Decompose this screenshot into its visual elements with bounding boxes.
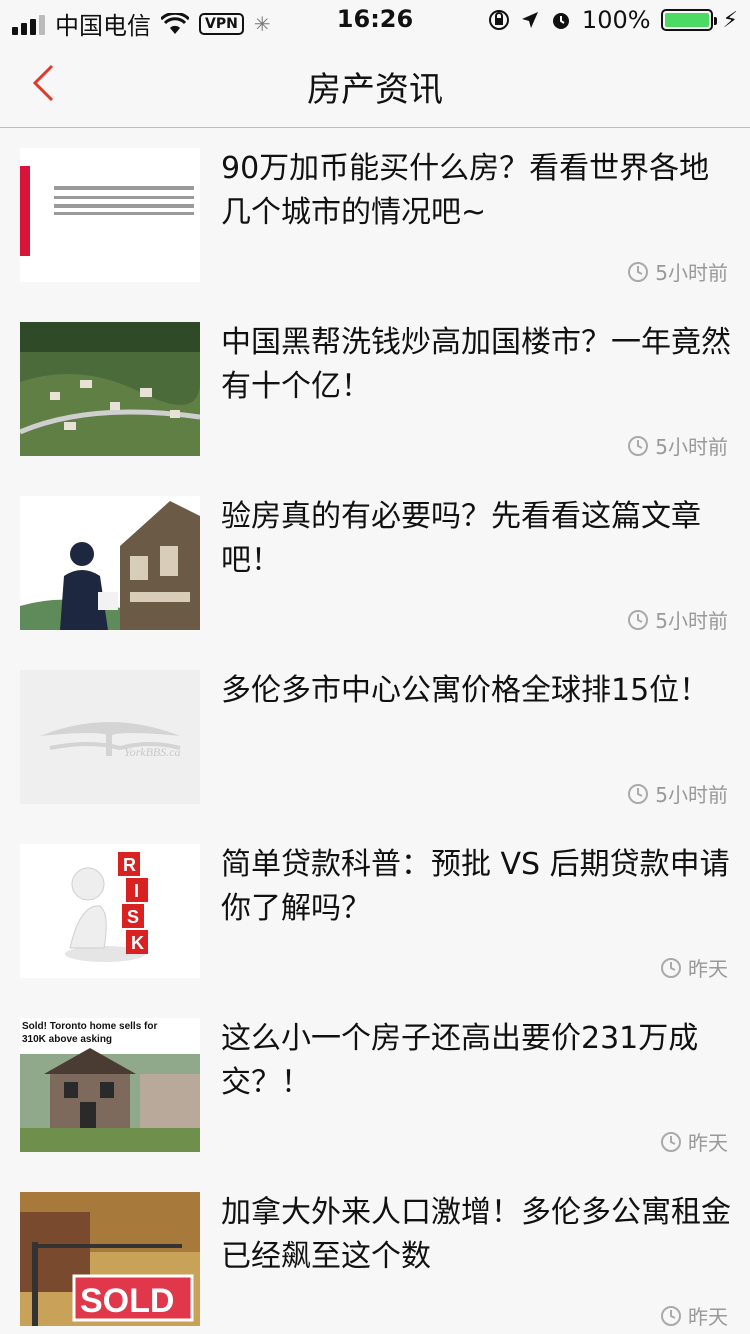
clock-icon bbox=[628, 783, 649, 804]
article-time-label: 昨天 bbox=[688, 1305, 728, 1329]
article-time: 5小时前 bbox=[627, 431, 728, 460]
article-title: 验房真的有必要吗？先看看这篇文章吧！ bbox=[221, 499, 701, 578]
article-thumbnail bbox=[20, 322, 200, 456]
article-item[interactable]: YorkBBS.ca 多伦多市中心公寓价格全球排15位！ 5小时前 bbox=[0, 651, 750, 825]
article-thumbnail bbox=[20, 148, 200, 282]
article-thumbnail: Sold! Toronto home sells for 310K above … bbox=[20, 1018, 200, 1152]
article-time: 昨天 bbox=[660, 1127, 728, 1156]
article-time-label: 5小时前 bbox=[655, 783, 728, 807]
clock-icon bbox=[628, 609, 649, 630]
clock-icon bbox=[628, 435, 649, 456]
sold-sign-text: SOLD bbox=[80, 1282, 174, 1320]
article-time-label: 昨天 bbox=[688, 957, 728, 981]
article-thumbnail bbox=[20, 496, 200, 630]
article-item[interactable]: SOLD 加拿大外来人口激增！多伦多公寓租金已经飙至这个数 昨天 bbox=[0, 1173, 750, 1334]
article-item[interactable]: 中国黑帮洗钱炒高加国楼市？一年竟然有十个亿！ 5小时前 bbox=[0, 303, 750, 477]
battery-icon bbox=[660, 9, 717, 31]
location-arrow-icon bbox=[521, 12, 538, 28]
article-thumbnail: SOLD bbox=[20, 1192, 200, 1326]
risk-letter: K bbox=[131, 933, 144, 953]
rotation-lock-icon bbox=[488, 10, 509, 30]
thumbnail-caption: 310K above asking bbox=[22, 1034, 112, 1045]
article-item[interactable]: Sold! Toronto home sells for 310K above … bbox=[0, 999, 750, 1173]
risk-letter: I bbox=[134, 881, 139, 901]
article-list: 90万加币能买什么房？看看世界各地几个城市的情况吧~ 5小时前 中国黑帮洗钱炒高… bbox=[0, 129, 750, 1334]
article-title: 简单贷款科普：预批 VS 后期贷款申请你了解吗？ bbox=[221, 847, 730, 926]
article-item[interactable]: 验房真的有必要吗？先看看这篇文章吧！ 5小时前 bbox=[0, 477, 750, 651]
battery-percent: 100% bbox=[581, 6, 651, 34]
article-time-label: 5小时前 bbox=[655, 261, 728, 285]
article-time-label: 5小时前 bbox=[655, 609, 728, 633]
article-title: 加拿大外来人口激增！多伦多公寓租金已经飙至这个数 bbox=[221, 1195, 731, 1274]
article-item[interactable]: 90万加币能买什么房？看看世界各地几个城市的情况吧~ 5小时前 bbox=[0, 129, 750, 303]
article-time-label: 昨天 bbox=[688, 1131, 728, 1155]
clock-icon bbox=[661, 1305, 681, 1326]
thumbnail-caption: Sold! Toronto home sells for bbox=[22, 1021, 157, 1032]
status-right: 100% ⚡ bbox=[488, 6, 738, 34]
article-time: 5小时前 bbox=[627, 605, 728, 634]
alarm-icon bbox=[552, 13, 569, 29]
article-time: 5小时前 bbox=[627, 257, 728, 286]
article-thumbnail: R I S K bbox=[20, 844, 200, 978]
article-title: 多伦多市中心公寓价格全球排15位！ bbox=[221, 673, 710, 708]
risk-letter: R bbox=[123, 855, 136, 875]
page-title: 房产资讯 bbox=[307, 70, 443, 110]
status-bar: 中国电信 VPN ✳ 16:26 100% ⚡ bbox=[0, 0, 750, 40]
clock-icon bbox=[661, 1131, 681, 1152]
article-title: 90万加币能买什么房？看看世界各地几个城市的情况吧~ bbox=[221, 151, 710, 230]
article-title: 这么小一个房子还高出要价231万成交？！ bbox=[221, 1021, 699, 1100]
article-time: 昨天 bbox=[660, 1301, 728, 1330]
article-time: 昨天 bbox=[660, 953, 728, 982]
article-thumbnail: YorkBBS.ca bbox=[20, 670, 200, 804]
risk-letter: S bbox=[127, 907, 139, 927]
watermark-text: YorkBBS.ca bbox=[124, 745, 181, 759]
clock-icon bbox=[628, 261, 649, 282]
article-time-label: 5小时前 bbox=[655, 435, 728, 459]
article-title: 中国黑帮洗钱炒高加国楼市？一年竟然有十个亿！ bbox=[221, 325, 731, 404]
article-item[interactable]: R I S K 简单贷款科普：预批 VS 后期贷款申请你了解吗？ 昨天 bbox=[0, 825, 750, 999]
article-time: 5小时前 bbox=[627, 779, 728, 808]
navigation-bar: 房产资讯 bbox=[0, 40, 750, 128]
charging-bolt-icon: ⚡ bbox=[722, 7, 738, 33]
clock-icon bbox=[661, 957, 681, 978]
